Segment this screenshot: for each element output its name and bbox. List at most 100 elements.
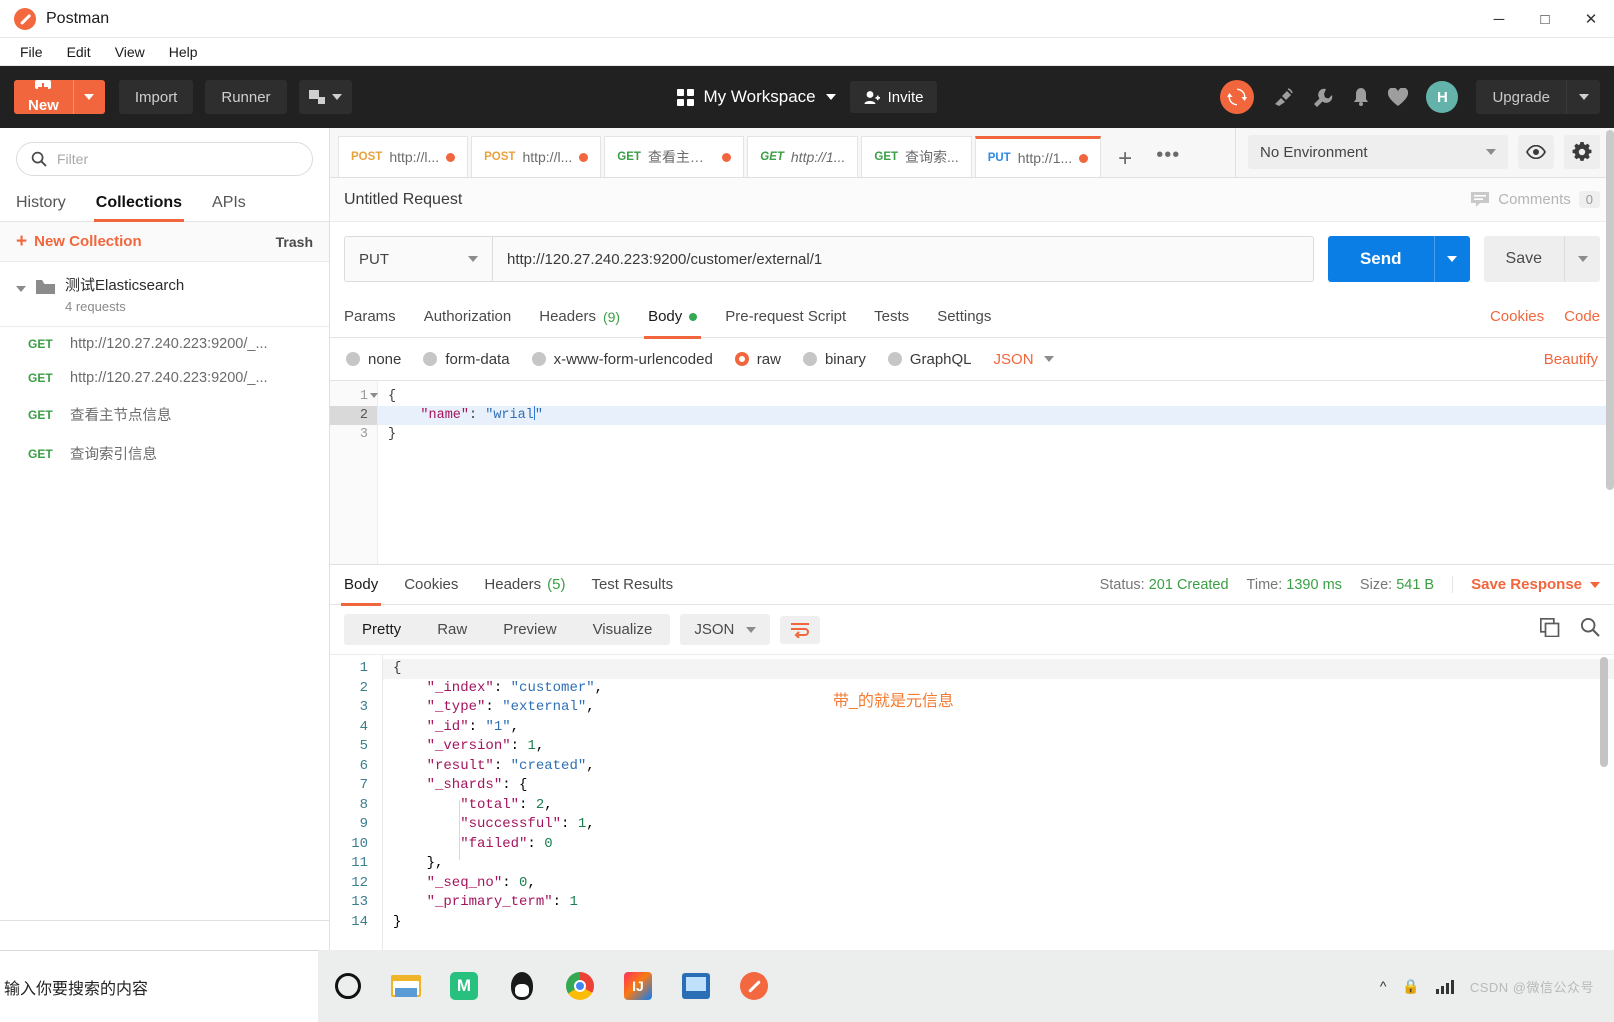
filter-box[interactable]: [16, 142, 313, 176]
word-wrap-button[interactable]: [780, 615, 821, 644]
view-mode-raw[interactable]: Raw: [419, 614, 485, 645]
body-mode-none[interactable]: none: [346, 351, 401, 368]
minimize-button[interactable]: ─: [1476, 0, 1522, 38]
raw-format-selector[interactable]: JSON: [994, 351, 1054, 368]
tab-params[interactable]: Params: [344, 296, 396, 338]
upgrade-caret[interactable]: [1566, 80, 1600, 114]
qq-icon[interactable]: [502, 966, 542, 1006]
workspace-selector[interactable]: My Workspace: [676, 87, 836, 107]
settings-button[interactable]: [1564, 135, 1600, 169]
chevron-up-icon[interactable]: ^: [1380, 978, 1387, 994]
new-window-button[interactable]: [298, 80, 352, 114]
response-tab-cookies[interactable]: Cookies: [404, 565, 458, 605]
list-item[interactable]: GET http://120.27.240.223:9200/_...: [0, 361, 329, 395]
filter-input[interactable]: [57, 151, 298, 167]
sidebar-tab-collections[interactable]: Collections: [93, 186, 185, 222]
environment-selector[interactable]: No Environment: [1248, 135, 1508, 169]
request-editor-lines[interactable]: { "name": "wrial" }: [378, 381, 1614, 564]
view-mode-pretty[interactable]: Pretty: [344, 614, 419, 645]
body-mode-raw[interactable]: raw: [734, 351, 781, 368]
new-button-main[interactable]: New: [14, 80, 73, 114]
tab-authorization[interactable]: Authorization: [424, 296, 512, 338]
request-tab-6[interactable]: PUT http://1...: [974, 136, 1102, 177]
body-mode-urlencoded[interactable]: x-www-form-urlencoded: [531, 351, 713, 368]
taskbar-search[interactable]: 输入你要搜索的内容: [0, 950, 318, 1022]
view-mode-preview[interactable]: Preview: [485, 614, 574, 645]
sidebar-tab-history[interactable]: History: [14, 186, 68, 221]
window-scrollbar[interactable]: [1606, 130, 1614, 950]
send-button[interactable]: Send: [1327, 236, 1434, 282]
tab-more-button[interactable]: •••: [1146, 144, 1190, 167]
save-options-button[interactable]: [1564, 236, 1600, 282]
body-mode-form-data[interactable]: form-data: [423, 351, 510, 368]
satellite-icon[interactable]: [1272, 87, 1294, 107]
chrome-icon[interactable]: [560, 966, 600, 1006]
fold-arrow-icon[interactable]: [370, 393, 378, 398]
menu-file[interactable]: File: [10, 41, 53, 63]
new-collection-button[interactable]: + New Collection: [16, 232, 142, 251]
sidebar-tab-apis[interactable]: APIs: [210, 186, 248, 221]
comments-button[interactable]: Comments 0: [1470, 191, 1600, 209]
maximize-button[interactable]: □: [1522, 0, 1568, 38]
import-button[interactable]: Import: [118, 80, 194, 114]
heart-icon[interactable]: [1388, 87, 1409, 107]
tab-settings[interactable]: Settings: [937, 296, 991, 338]
code-link[interactable]: Code: [1564, 308, 1600, 325]
menu-view[interactable]: View: [105, 41, 155, 63]
menu-help[interactable]: Help: [159, 41, 208, 63]
save-button[interactable]: Save: [1483, 236, 1564, 282]
list-item[interactable]: GET 查看主节点信息: [0, 395, 329, 434]
search-button[interactable]: [1580, 617, 1600, 642]
copy-button[interactable]: [1539, 617, 1560, 642]
list-item[interactable]: GET http://120.27.240.223:9200/_...: [0, 327, 329, 361]
file-explorer-icon[interactable]: [386, 966, 426, 1006]
send-options-button[interactable]: [1433, 236, 1470, 282]
security-icon[interactable]: 🔒: [1402, 978, 1419, 995]
body-mode-graphql[interactable]: GraphQL: [887, 351, 972, 368]
request-tab-2[interactable]: POST http://l...: [471, 136, 602, 177]
response-tab-test-results[interactable]: Test Results: [591, 565, 673, 605]
collection-item[interactable]: 测试Elasticsearch 4 requests: [0, 262, 329, 327]
request-body-editor[interactable]: 1 2 3 { "name": "wrial" }: [330, 380, 1614, 564]
remote-desktop-icon[interactable]: [676, 966, 716, 1006]
response-body-viewer[interactable]: 1 2 3 4 5 6 7 8 9 10 11 12 13 14 {"_ind…: [330, 654, 1614, 960]
cortana-icon[interactable]: [328, 966, 368, 1006]
intellij-idea-icon[interactable]: IJ: [618, 966, 658, 1006]
request-tab-5[interactable]: GET 查询索...: [861, 136, 972, 177]
request-tab-4[interactable]: GET http://1...: [747, 136, 859, 177]
trash-button[interactable]: Trash: [276, 234, 313, 250]
xmind-icon[interactable]: M: [444, 966, 484, 1006]
menu-edit[interactable]: Edit: [57, 41, 101, 63]
response-format-selector[interactable]: JSON: [680, 614, 771, 645]
beautify-button[interactable]: Beautify: [1544, 351, 1598, 368]
tab-body[interactable]: Body: [644, 296, 702, 339]
tab-headers[interactable]: Headers (9): [539, 296, 620, 338]
runner-button[interactable]: Runner: [205, 80, 287, 114]
body-mode-binary[interactable]: binary: [802, 351, 866, 368]
new-button-caret[interactable]: [72, 80, 105, 114]
upgrade-button[interactable]: Upgrade: [1476, 80, 1600, 114]
close-button[interactable]: ✕: [1568, 0, 1614, 38]
chevron-down-icon[interactable]: [16, 286, 26, 292]
tab-tests[interactable]: Tests: [874, 296, 909, 338]
request-tab-1[interactable]: POST http://l...: [338, 136, 469, 177]
avatar[interactable]: H: [1426, 81, 1459, 113]
url-input[interactable]: [492, 236, 1314, 282]
new-tab-button[interactable]: +: [1104, 147, 1146, 171]
list-item[interactable]: GET 查询索引信息: [0, 434, 329, 473]
response-tab-body[interactable]: Body: [340, 565, 382, 606]
new-button[interactable]: New: [14, 80, 105, 114]
tab-pre-request-script[interactable]: Pre-request Script: [725, 296, 846, 338]
request-tab-3[interactable]: GET 查看主节...: [604, 136, 745, 177]
network-icon[interactable]: [1435, 978, 1454, 994]
sync-icon[interactable]: [1220, 80, 1255, 114]
wrench-icon[interactable]: [1312, 87, 1334, 107]
save-response-button[interactable]: Save Response: [1452, 576, 1600, 593]
response-tab-headers[interactable]: Headers (5): [484, 565, 565, 605]
bell-icon[interactable]: [1352, 87, 1370, 107]
view-mode-visualize[interactable]: Visualize: [575, 614, 671, 645]
cookies-link[interactable]: Cookies: [1490, 308, 1544, 325]
invite-button[interactable]: Invite: [849, 81, 938, 113]
method-selector[interactable]: PUT: [344, 236, 492, 282]
environment-quick-look-button[interactable]: [1518, 135, 1554, 169]
